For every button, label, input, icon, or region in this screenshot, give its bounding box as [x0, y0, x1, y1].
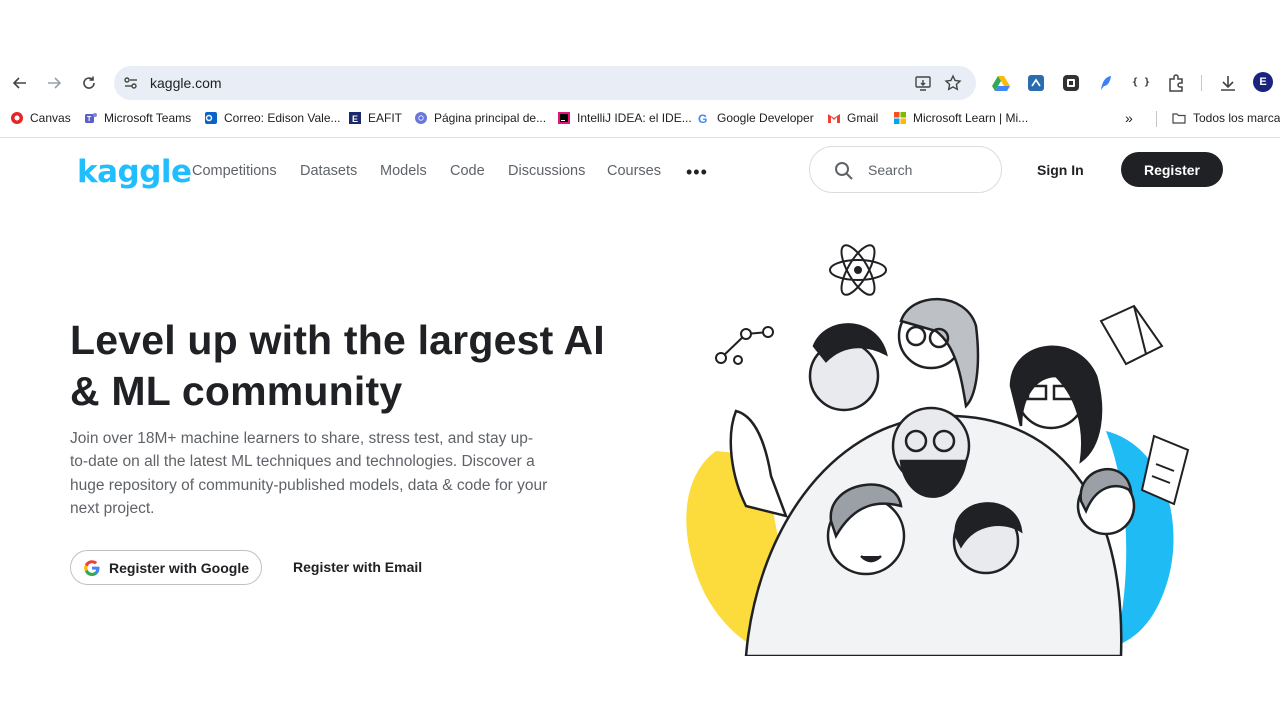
- register-with-google-button[interactable]: Register with Google: [70, 550, 262, 585]
- svg-text:T: T: [87, 116, 92, 123]
- intellij-icon: [558, 112, 570, 124]
- bookmark-label: Gmail: [847, 111, 879, 125]
- site-settings-icon[interactable]: [122, 74, 140, 92]
- person-1: [808, 323, 888, 412]
- nav-discussions[interactable]: Discussions: [508, 163, 585, 179]
- bookmark-microsoft-learn[interactable]: Microsoft Learn | Mi...: [893, 109, 1028, 127]
- teams-icon: T: [85, 113, 97, 123]
- outlook-icon: [205, 112, 217, 124]
- nav-datasets[interactable]: Datasets: [300, 163, 357, 179]
- bookmark-teams[interactable]: T Microsoft Teams: [84, 109, 191, 127]
- toolbar-divider: [1201, 75, 1202, 91]
- book-icon: [1099, 304, 1164, 366]
- forward-button[interactable]: [44, 73, 64, 93]
- feather-extension-icon[interactable]: [1096, 73, 1116, 93]
- extension-dark-icon[interactable]: [1061, 73, 1081, 93]
- reload-icon: [83, 76, 95, 89]
- paper-icon: [1140, 434, 1190, 506]
- bookmark-label: Microsoft Learn | Mi...: [913, 111, 1029, 125]
- nav-models[interactable]: Models: [380, 163, 427, 179]
- arrow-right-icon: [48, 77, 62, 89]
- svg-text:E: E: [352, 114, 358, 124]
- hero-title-line-1: Level up with the largest AI: [70, 317, 605, 363]
- bookmark-star-icon[interactable]: [944, 74, 962, 92]
- microsoft-icon: [894, 112, 906, 124]
- google-g-icon: [84, 559, 100, 576]
- register-button[interactable]: Register: [1121, 152, 1223, 187]
- bookmark-outlook[interactable]: Correo: Edison Vale...: [204, 109, 341, 127]
- arrow-left-icon: [12, 77, 26, 89]
- hero-subtitle: Join over 18M+ machine learners to share…: [70, 430, 548, 517]
- bookmark-eafit[interactable]: E EAFIT: [348, 109, 402, 127]
- molecule-icon: [715, 326, 774, 365]
- bookmark-gmail[interactable]: Gmail: [827, 109, 878, 127]
- canvas-icon: [11, 112, 23, 124]
- window-top-area: [0, 0, 1280, 64]
- hero-title: Level up with the largest AI & ML commun…: [70, 315, 670, 417]
- google-button-label: Register with Google: [109, 559, 250, 576]
- all-bookmarks-label: Todos los marcad: [1193, 111, 1280, 125]
- kaggle-logo[interactable]: kaggle: [77, 154, 192, 190]
- bookmark-label: Correo: Edison Vale...: [224, 111, 341, 125]
- back-button[interactable]: [10, 73, 30, 93]
- extensions-puzzle-icon[interactable]: [1166, 73, 1186, 93]
- eafit-icon: E: [349, 112, 361, 124]
- bookmark-label: Microsoft Teams: [104, 111, 192, 125]
- profile-avatar[interactable]: E: [1253, 72, 1273, 92]
- nav-code[interactable]: Code: [450, 163, 485, 179]
- reload-button[interactable]: [79, 73, 99, 93]
- more-bookmarks-button[interactable]: »: [1125, 109, 1133, 127]
- bookmarks-divider: [1156, 111, 1157, 127]
- bookmark-canvas[interactable]: Canvas: [10, 109, 71, 127]
- bookmark-label: Google Developer: [717, 111, 814, 125]
- svg-text:G: G: [698, 112, 707, 125]
- browser-toolbar: kaggle.com { } E: [0, 64, 1280, 102]
- folder-icon: [1172, 113, 1186, 124]
- person-5: [1076, 467, 1136, 536]
- atom-icon: [829, 244, 887, 296]
- extension-blue-icon[interactable]: [1026, 73, 1046, 93]
- url-text[interactable]: kaggle.com: [150, 75, 222, 91]
- kaggle-page: kaggle Competitions Datasets Models Code…: [0, 138, 1280, 658]
- bookmark-intellij[interactable]: IntelliJ IDEA: el IDE...: [557, 109, 692, 127]
- sign-in-link[interactable]: Sign In: [1037, 162, 1084, 178]
- community-illustration: [686, 244, 1190, 656]
- json-extension-icon[interactable]: { }: [1131, 73, 1151, 93]
- bookmarks-bar: Canvas T Microsoft Teams Correo: Edison …: [0, 105, 1280, 131]
- bookmark-label: Canvas: [30, 111, 71, 125]
- bookmark-pagina-principal[interactable]: Página principal de...: [414, 109, 546, 127]
- address-bar[interactable]: kaggle.com: [114, 66, 976, 100]
- register-with-email-button[interactable]: Register with Email: [293, 559, 422, 575]
- bookmark-google-developer[interactable]: G Google Developer: [697, 109, 814, 127]
- bookmark-label: EAFIT: [368, 111, 403, 125]
- bookmark-label: IntelliJ IDEA: el IDE...: [577, 111, 692, 125]
- nav-courses[interactable]: Courses: [607, 163, 661, 179]
- bookmark-label: Página principal de...: [434, 111, 547, 125]
- person-2: [897, 297, 980, 409]
- search-box[interactable]: Search: [809, 146, 1002, 193]
- google-drive-icon[interactable]: [991, 73, 1011, 93]
- more-menu-button[interactable]: •••: [686, 162, 708, 183]
- search-placeholder[interactable]: Search: [868, 162, 912, 178]
- google-icon: G: [698, 112, 707, 125]
- chevron-double-right-icon: »: [1125, 110, 1133, 126]
- download-icon[interactable]: [1218, 73, 1238, 93]
- all-bookmarks-folder[interactable]: Todos los marcad: [1171, 109, 1280, 127]
- hero-title-line-2: & ML community: [70, 368, 403, 414]
- person-7: [826, 483, 906, 576]
- person-6: [952, 502, 1023, 575]
- search-icon: [835, 162, 853, 180]
- nav-competitions[interactable]: Competitions: [192, 163, 277, 179]
- chrome-icon: [415, 112, 427, 124]
- install-app-icon[interactable]: [914, 74, 932, 92]
- gmail-icon: [828, 114, 840, 123]
